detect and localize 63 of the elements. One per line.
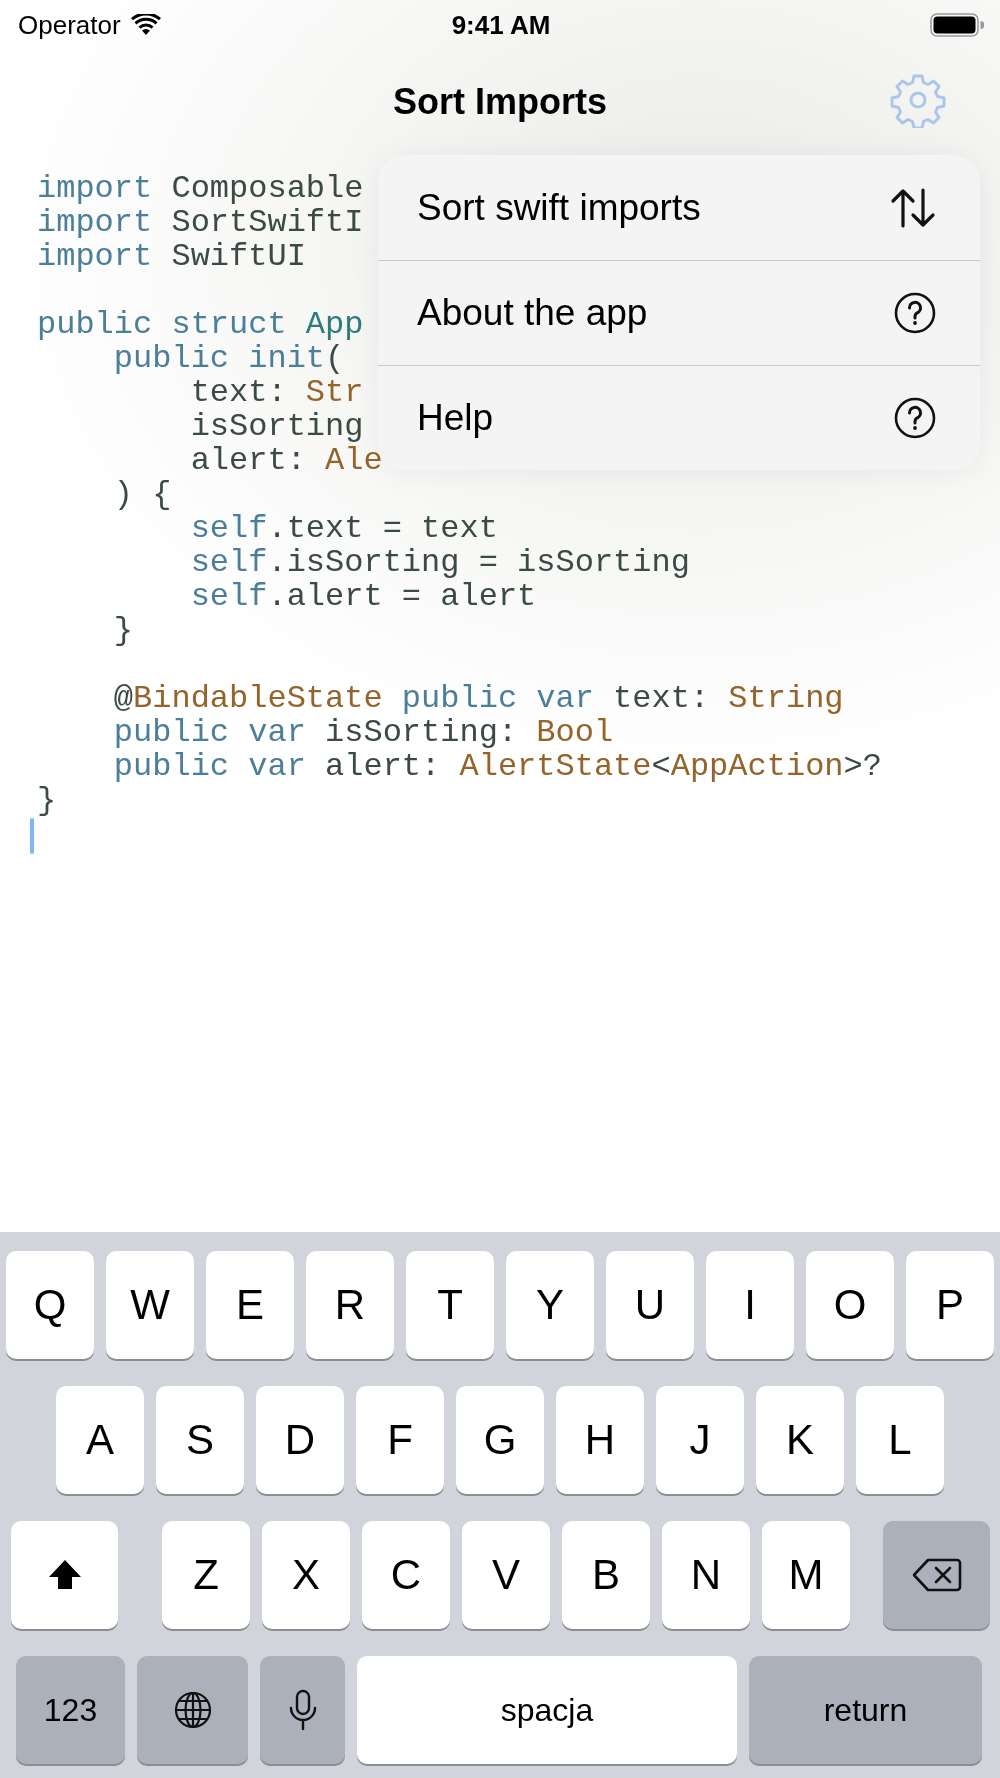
letter-key[interactable]: K [756, 1386, 844, 1494]
letter-key[interactable]: I [706, 1251, 794, 1359]
letter-key[interactable]: X [262, 1521, 350, 1629]
letter-key[interactable]: L [856, 1386, 944, 1494]
letter-key[interactable]: U [606, 1251, 694, 1359]
letter-key[interactable]: A [56, 1386, 144, 1494]
menu-item[interactable]: Sort swift imports [378, 155, 980, 260]
help-icon [894, 292, 936, 334]
letter-key[interactable]: P [906, 1251, 994, 1359]
help-icon [894, 397, 936, 439]
screen-title: Sort Imports [393, 81, 607, 123]
code-line: self.isSorting = isSorting [189, 546, 690, 580]
letter-key[interactable]: E [206, 1251, 294, 1359]
letter-key[interactable]: J [656, 1386, 744, 1494]
code-line: ) { [112, 478, 172, 512]
code-line: } [37, 784, 57, 818]
letter-key[interactable]: H [556, 1386, 644, 1494]
code-line: self.alert = alert [189, 580, 537, 614]
status-time: 9:41 AM [451, 9, 551, 41]
letter-key[interactable]: B [562, 1521, 650, 1629]
numbers-key[interactable]: 123 [16, 1656, 125, 1764]
battery-icon [930, 13, 984, 37]
shift-key[interactable] [11, 1521, 118, 1629]
up-down-arrows-icon [890, 187, 936, 228]
space-key[interactable]: spacja [357, 1656, 737, 1764]
letter-key[interactable]: Q [6, 1251, 94, 1359]
globe-key[interactable] [137, 1656, 248, 1764]
letter-key[interactable]: Y [506, 1251, 594, 1359]
code-line: import SwiftUI [37, 240, 306, 274]
letter-key[interactable]: Z [162, 1521, 250, 1629]
letter-key[interactable]: W [106, 1251, 194, 1359]
letter-key[interactable]: S [156, 1386, 244, 1494]
carrier-name: Operator [18, 9, 121, 41]
code-line: import Composable [37, 172, 364, 206]
return-key[interactable]: return [749, 1656, 982, 1764]
letter-key[interactable]: M [762, 1521, 850, 1629]
code-line: @BindableState public var text: String [112, 682, 844, 716]
code-line: public struct App [37, 308, 364, 342]
code-line: public init( [112, 342, 345, 376]
backspace-icon [911, 1557, 962, 1593]
dictation-key[interactable] [260, 1656, 345, 1764]
letter-key[interactable]: D [256, 1386, 344, 1494]
code-line: } [112, 614, 133, 648]
letter-key[interactable]: R [306, 1251, 394, 1359]
code-line: self.text = text [189, 512, 498, 546]
code-line: isSorting [189, 410, 364, 444]
letter-key[interactable]: G [456, 1386, 544, 1494]
letter-key[interactable]: C [362, 1521, 450, 1629]
wifi-icon [130, 14, 161, 36]
text-cursor [30, 818, 34, 854]
letter-key[interactable]: T [406, 1251, 494, 1359]
letter-key[interactable]: V [462, 1521, 550, 1629]
delete-key[interactable] [883, 1521, 990, 1629]
microphone-icon [287, 1689, 318, 1731]
globe-icon [172, 1690, 213, 1730]
code-line: public var isSorting: Bool [112, 716, 614, 750]
letter-key[interactable]: N [662, 1521, 750, 1629]
letter-key[interactable]: O [806, 1251, 894, 1359]
code-line: public var alert: AlertState<AppAction>? [112, 750, 882, 784]
letter-key[interactable]: F [356, 1386, 444, 1494]
menu-item[interactable]: About the app [378, 260, 980, 365]
code-line: import SortSwiftI [37, 206, 364, 240]
code-line: text: Str [189, 376, 364, 410]
